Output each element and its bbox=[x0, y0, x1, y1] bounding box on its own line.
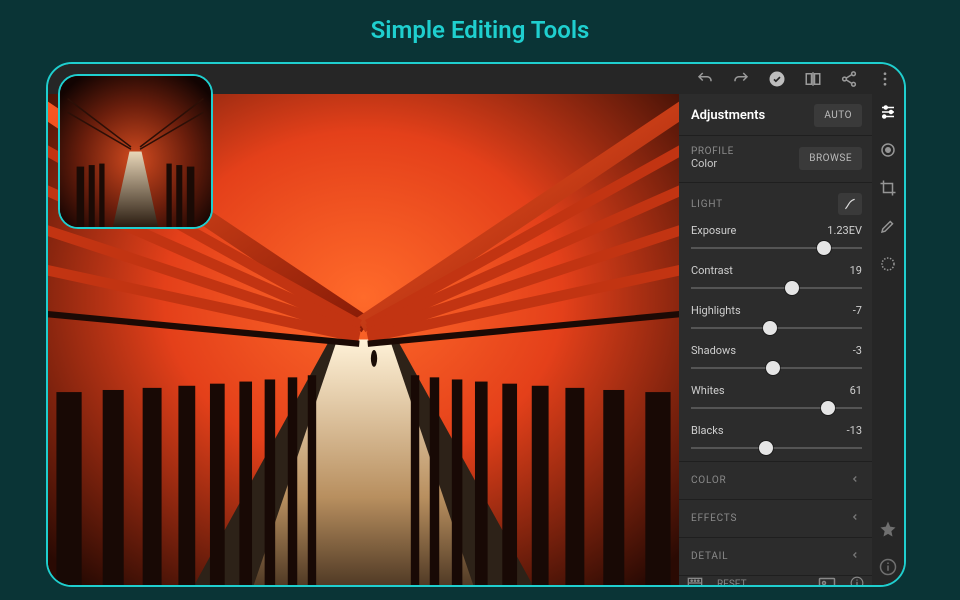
slider-knob[interactable] bbox=[821, 401, 835, 415]
slider-track[interactable] bbox=[691, 357, 862, 379]
adjustments-panel: Adjustments AUTO PROFILE Color BROWSE LI… bbox=[679, 94, 872, 585]
radial-tool-icon[interactable] bbox=[878, 254, 898, 274]
hero-title: Simple Editing Tools bbox=[0, 0, 960, 54]
effects-section-label: EFFECTS bbox=[691, 513, 737, 524]
slider-exposure: Exposure 1.23EV bbox=[679, 221, 872, 261]
slider-value: 1.23EV bbox=[827, 224, 862, 237]
share-icon[interactable] bbox=[840, 70, 858, 88]
slider-value: 61 bbox=[850, 384, 862, 397]
right-panel-wrap: Adjustments AUTO PROFILE Color BROWSE LI… bbox=[679, 94, 904, 585]
chevron-left-icon bbox=[850, 512, 860, 525]
tone-curve-icon[interactable] bbox=[838, 193, 862, 215]
slider-track[interactable] bbox=[691, 397, 862, 419]
detail-section-header[interactable]: DETAIL bbox=[679, 537, 872, 575]
star-icon[interactable] bbox=[878, 519, 898, 539]
slider-knob[interactable] bbox=[759, 441, 773, 455]
profile-value: Color bbox=[691, 157, 734, 170]
adjust-tool-icon[interactable] bbox=[878, 102, 898, 122]
brush-tool-icon[interactable] bbox=[878, 216, 898, 236]
chevron-left-icon bbox=[850, 474, 860, 487]
redo-icon[interactable] bbox=[732, 70, 750, 88]
tool-rail bbox=[872, 94, 904, 585]
slider-shadows: Shadows -3 bbox=[679, 341, 872, 381]
auto-button[interactable]: AUTO bbox=[814, 104, 862, 127]
slider-label: Highlights bbox=[691, 304, 741, 317]
color-section-header[interactable]: COLOR bbox=[679, 461, 872, 499]
slider-knob[interactable] bbox=[763, 321, 777, 335]
effects-section-header[interactable]: EFFECTS bbox=[679, 499, 872, 537]
slider-label: Blacks bbox=[691, 424, 724, 437]
slider-knob[interactable] bbox=[785, 281, 799, 295]
thumbnail-preview bbox=[58, 74, 213, 229]
more-icon[interactable] bbox=[876, 70, 894, 88]
slider-label: Contrast bbox=[691, 264, 733, 277]
color-section-label: COLOR bbox=[691, 475, 727, 486]
undo-icon[interactable] bbox=[696, 70, 714, 88]
accept-icon[interactable] bbox=[768, 70, 786, 88]
slider-value: -7 bbox=[853, 304, 862, 317]
compare-icon[interactable] bbox=[804, 70, 822, 88]
slider-track[interactable] bbox=[691, 317, 862, 339]
panel-title: Adjustments bbox=[691, 108, 765, 123]
bottom-bar: RESET bbox=[679, 575, 872, 585]
slider-highlights: Highlights -7 bbox=[679, 301, 872, 341]
slider-track[interactable] bbox=[691, 237, 862, 259]
light-section-label: LIGHT bbox=[691, 199, 723, 210]
slider-label: Whites bbox=[691, 384, 725, 397]
reset-button[interactable]: RESET bbox=[717, 579, 747, 585]
chevron-left-icon bbox=[850, 550, 860, 563]
detail-section-label: DETAIL bbox=[691, 551, 728, 562]
slider-whites: Whites 61 bbox=[679, 381, 872, 421]
slider-label: Shadows bbox=[691, 344, 736, 357]
slider-track[interactable] bbox=[691, 437, 862, 459]
filmstrip-icon[interactable] bbox=[687, 577, 703, 585]
crop-tool-icon[interactable] bbox=[878, 178, 898, 198]
preset-icon[interactable] bbox=[818, 577, 836, 585]
healing-tool-icon[interactable] bbox=[878, 140, 898, 160]
browse-button[interactable]: BROWSE bbox=[799, 147, 862, 170]
info-icon[interactable] bbox=[850, 576, 864, 585]
rail-info-icon[interactable] bbox=[878, 557, 898, 577]
slider-value: -3 bbox=[853, 344, 862, 357]
slider-value: -13 bbox=[847, 424, 862, 437]
profile-label: PROFILE bbox=[691, 146, 734, 157]
slider-knob[interactable] bbox=[766, 361, 780, 375]
slider-contrast: Contrast 19 bbox=[679, 261, 872, 301]
slider-label: Exposure bbox=[691, 224, 736, 237]
slider-track[interactable] bbox=[691, 277, 862, 299]
light-section-header[interactable]: LIGHT bbox=[679, 183, 872, 221]
slider-knob[interactable] bbox=[817, 241, 831, 255]
slider-value: 19 bbox=[850, 264, 862, 277]
slider-blacks: Blacks -13 bbox=[679, 421, 872, 461]
